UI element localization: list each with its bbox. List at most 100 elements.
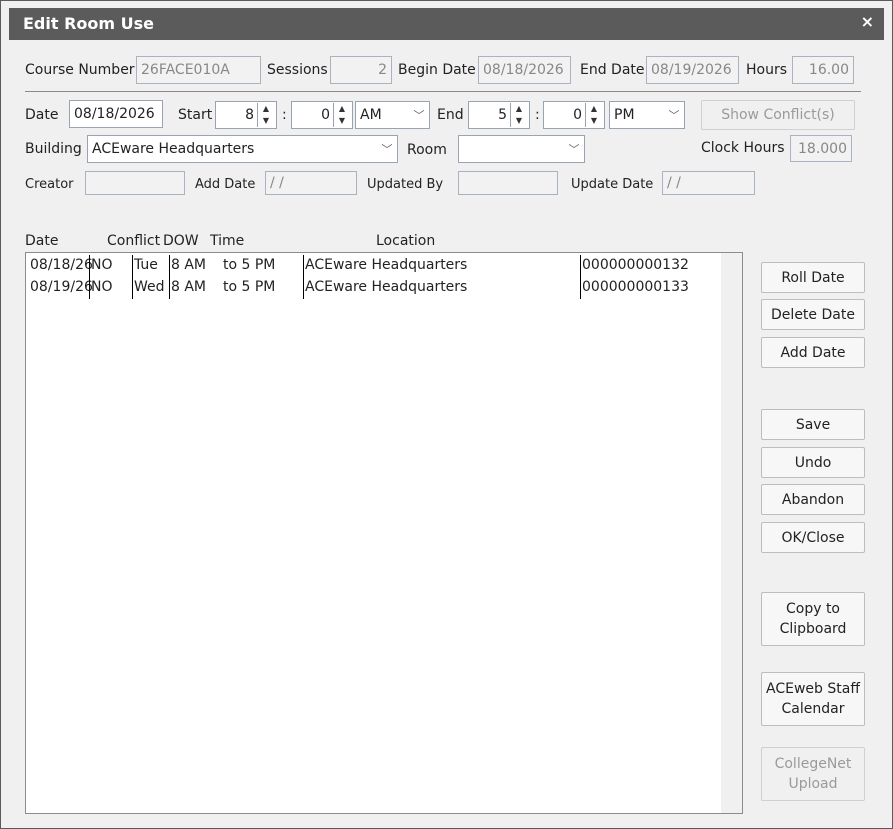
roll-date-button[interactable]: Roll Date (761, 262, 865, 293)
end-hour-value: 5 (498, 107, 507, 123)
delete-date-button[interactable]: Delete Date (761, 299, 865, 330)
end-label: End (437, 107, 464, 123)
row-dow: Tue (134, 257, 158, 273)
date-label: Date (25, 107, 59, 123)
row-location: ACEware Headquarters (305, 257, 468, 273)
update-date-label: Update Date (571, 177, 654, 192)
column-divider (89, 277, 90, 299)
start-minute-spinner[interactable]: ▲ ▼ (333, 103, 350, 127)
start-minute-stepper[interactable]: 0 ▲ ▼ (291, 101, 353, 129)
close-icon[interactable]: × (861, 12, 874, 31)
chevron-down-icon[interactable]: ﹀ (409, 102, 429, 128)
updated-by-label: Updated By (367, 177, 444, 192)
edit-room-use-window: Edit Room Use × Course Number 26FACE010A… (0, 0, 893, 829)
row-id: 000000000133 (582, 279, 689, 295)
ok-close-button[interactable]: OK/Close (761, 522, 865, 553)
arrow-up-icon[interactable]: ▲ (514, 103, 524, 114)
end-minute-value: 0 (573, 107, 582, 123)
arrow-down-icon[interactable]: ▼ (261, 115, 271, 126)
start-hour-stepper[interactable]: 8 ▲ ▼ (215, 101, 277, 129)
save-button[interactable]: Save (761, 409, 865, 440)
end-minute-stepper[interactable]: 0 ▲ ▼ (543, 101, 605, 129)
aceweb-staff-calendar-button[interactable]: ACEweb Staff Calendar (761, 672, 865, 726)
clock-hours-label: Clock Hours (701, 140, 785, 156)
add-date-button[interactable]: Add Date (761, 337, 865, 368)
start-hour-spinner[interactable]: ▲ ▼ (257, 103, 274, 127)
window-title: Edit Room Use (23, 14, 154, 33)
date-input[interactable]: 08/18/2026 (69, 100, 163, 128)
column-header-location[interactable]: Location (376, 233, 435, 249)
row-location: ACEware Headquarters (305, 279, 468, 295)
column-divider (303, 255, 304, 277)
start-colon: : (282, 107, 287, 123)
creator-label: Creator (25, 177, 74, 192)
room-select[interactable]: ﹀ (458, 135, 585, 163)
sessions-field: 2 (330, 56, 392, 84)
row-dow: Wed (134, 279, 165, 295)
building-value: ACEware Headquarters (92, 141, 255, 157)
chevron-down-icon[interactable]: ﹀ (564, 136, 584, 162)
clock-hours-field: 18.000 (790, 135, 852, 162)
column-divider (303, 277, 304, 299)
end-ampm-value: PM (614, 107, 635, 123)
row-start-time: 8 AM (171, 279, 207, 295)
column-header-conflict[interactable]: Conflict (107, 233, 160, 249)
collegenet-upload-button[interactable]: CollegeNet Upload (761, 747, 865, 801)
arrow-down-icon[interactable]: ▼ (589, 115, 599, 126)
building-select[interactable]: ACEware Headquarters ﹀ (87, 135, 398, 163)
arrow-up-icon[interactable]: ▲ (337, 103, 347, 114)
hours-field: 16.00 (792, 56, 854, 84)
creator-field (85, 171, 185, 195)
room-label: Room (407, 142, 447, 158)
end-date-field: 08/19/2026 (646, 56, 739, 84)
row-id: 000000000132 (582, 257, 689, 273)
column-divider (89, 255, 90, 277)
add-date-field: / / (265, 171, 357, 195)
end-ampm-select[interactable]: PM ﹀ (609, 101, 685, 129)
row-conflict: NO (91, 279, 113, 295)
end-minute-spinner[interactable]: ▲ ▼ (585, 103, 602, 127)
row-end-time: to 5 PM (223, 257, 276, 273)
row-conflict: NO (91, 257, 113, 273)
update-date-field: / / (662, 171, 755, 195)
building-label: Building (25, 141, 82, 157)
add-date-label: Add Date (195, 177, 256, 192)
sessions-label: Sessions (267, 62, 328, 78)
undo-button[interactable]: Undo (761, 447, 865, 478)
column-divider (580, 255, 581, 277)
hours-label: Hours (746, 62, 788, 78)
room-use-dates-list[interactable]: 08/18/26 NO Tue 8 AM to 5 PM ACEware Hea… (25, 252, 743, 814)
column-divider (580, 277, 581, 299)
end-date-label: End Date (580, 62, 645, 78)
column-header-time[interactable]: Time (210, 233, 244, 249)
show-conflicts-button[interactable]: Show Conflict(s) (701, 100, 855, 130)
arrow-up-icon[interactable]: ▲ (261, 103, 271, 114)
begin-date-field: 08/18/2026 (478, 56, 571, 84)
list-scrollbar[interactable] (721, 253, 742, 813)
column-header-date[interactable]: Date (25, 233, 58, 249)
end-hour-spinner[interactable]: ▲ ▼ (510, 103, 527, 127)
row-end-time: to 5 PM (223, 279, 276, 295)
title-bar[interactable]: Edit Room Use × (9, 8, 884, 40)
updated-by-field (458, 171, 558, 195)
table-row[interactable]: 08/18/26 NO Tue 8 AM to 5 PM ACEware Hea… (26, 255, 721, 277)
copy-to-clipboard-button[interactable]: Copy to Clipboard (761, 592, 865, 646)
row-start-time: 8 AM (171, 257, 207, 273)
abandon-button[interactable]: Abandon (761, 484, 865, 515)
column-divider (169, 277, 170, 299)
course-number-label: Course Number (25, 62, 135, 78)
column-divider (132, 277, 133, 299)
column-header-dow[interactable]: DOW (163, 233, 199, 249)
chevron-down-icon[interactable]: ﹀ (664, 102, 684, 128)
arrow-down-icon[interactable]: ▼ (514, 115, 524, 126)
start-ampm-select[interactable]: AM ﹀ (355, 101, 430, 129)
start-ampm-value: AM (360, 107, 382, 123)
arrow-down-icon[interactable]: ▼ (337, 115, 347, 126)
course-number-field: 26FACE010A (136, 56, 261, 84)
table-row[interactable]: 08/19/26 NO Wed 8 AM to 5 PM ACEware Hea… (26, 277, 721, 299)
chevron-down-icon[interactable]: ﹀ (377, 136, 397, 162)
start-label: Start (178, 107, 213, 123)
arrow-up-icon[interactable]: ▲ (589, 103, 599, 114)
row-date: 08/19/26 (30, 279, 93, 295)
end-hour-stepper[interactable]: 5 ▲ ▼ (468, 101, 530, 129)
